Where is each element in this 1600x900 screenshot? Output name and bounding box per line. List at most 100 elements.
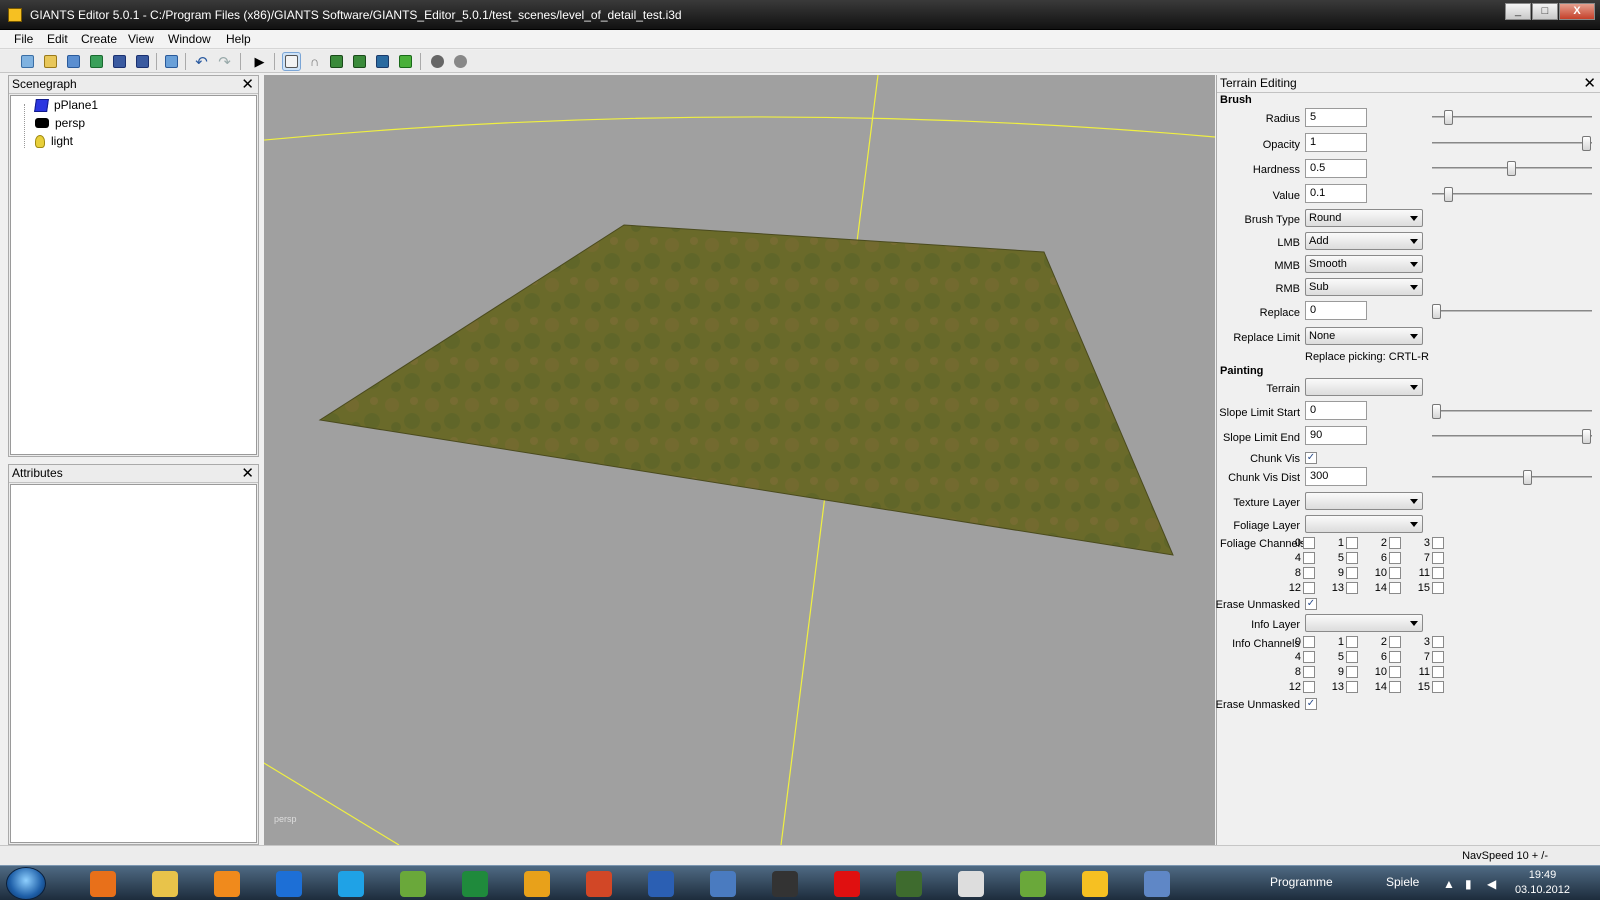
scenegraph-close-icon[interactable]: ✕ <box>241 76 254 93</box>
menu-edit[interactable]: Edit <box>47 32 68 46</box>
erase-unmasked-checkbox[interactable]: ✓ <box>1305 598 1317 610</box>
new-scene-icon[interactable] <box>18 52 37 71</box>
channel-checkbox[interactable] <box>1389 552 1401 564</box>
channel-checkbox[interactable] <box>1432 567 1444 579</box>
redo-icon[interactable]: ↷ <box>215 52 234 71</box>
select-tool-icon[interactable] <box>282 52 301 71</box>
rmb-dropdown[interactable]: Sub <box>1305 278 1423 296</box>
replace-slider[interactable] <box>1432 304 1592 319</box>
channel-checkbox[interactable] <box>1389 681 1401 693</box>
terrain-close-icon[interactable]: ✕ <box>1583 75 1596 92</box>
channel-checkbox[interactable] <box>1346 537 1358 549</box>
channel-checkbox[interactable] <box>1389 582 1401 594</box>
channel-checkbox[interactable] <box>1346 636 1358 648</box>
start-button[interactable] <box>6 867 46 900</box>
chunk-vis-dist-slider[interactable] <box>1432 470 1592 485</box>
taskbar-app-skype[interactable] <box>324 868 378 899</box>
channel-checkbox[interactable] <box>1432 651 1444 663</box>
terrain-dropdown[interactable] <box>1305 378 1423 396</box>
channel-checkbox[interactable] <box>1432 681 1444 693</box>
lmb-dropdown[interactable]: Add <box>1305 232 1423 250</box>
channel-checkbox[interactable] <box>1346 567 1358 579</box>
hardness-slider[interactable] <box>1432 161 1592 176</box>
minimize-button[interactable]: _ <box>1505 3 1531 20</box>
taskbar-app-editor[interactable] <box>944 868 998 899</box>
terrain-sculpt-icon[interactable] <box>327 52 346 71</box>
terrain-smooth-icon[interactable] <box>373 52 392 71</box>
info-layer-dropdown[interactable] <box>1305 614 1423 632</box>
taskbar-app-media-player[interactable] <box>200 868 254 899</box>
mmb-dropdown[interactable]: Smooth <box>1305 255 1423 273</box>
terrain-paint-icon[interactable] <box>350 52 369 71</box>
foliage-paint-icon[interactable] <box>396 52 415 71</box>
taskbar-app-record[interactable] <box>820 868 874 899</box>
tree-item-persp[interactable]: persp <box>35 115 85 131</box>
channel-checkbox[interactable] <box>1432 636 1444 648</box>
save-as-icon[interactable] <box>133 52 152 71</box>
taskbar-app-tractor[interactable] <box>882 868 936 899</box>
radius-slider[interactable] <box>1432 110 1592 125</box>
channel-checkbox[interactable] <box>1432 582 1444 594</box>
taskbar-app-teamviewer[interactable] <box>262 868 316 899</box>
value-input[interactable]: 0.1 <box>1305 184 1367 203</box>
taskbar-app-giants-editor[interactable] <box>1068 868 1122 899</box>
radius-input[interactable]: 5 <box>1305 108 1367 127</box>
channel-checkbox[interactable] <box>1303 666 1315 678</box>
channel-checkbox[interactable] <box>1389 636 1401 648</box>
taskbar-app-thunderbird[interactable] <box>696 868 750 899</box>
channel-checkbox[interactable] <box>1389 537 1401 549</box>
network-icon[interactable]: ▮ <box>1465 877 1472 891</box>
replace-input[interactable]: 0 <box>1305 301 1367 320</box>
save-icon[interactable] <box>110 52 129 71</box>
channel-checkbox[interactable] <box>1303 537 1315 549</box>
close-button[interactable]: X <box>1559 3 1595 20</box>
channel-checkbox[interactable] <box>1303 636 1315 648</box>
slope-start-input[interactable]: 0 <box>1305 401 1367 420</box>
scenegraph-tree[interactable]: pPlane1 persp light <box>10 95 257 455</box>
brush-type-dropdown[interactable]: Round <box>1305 209 1423 227</box>
tree-item-pplane1[interactable]: pPlane1 <box>34 97 98 113</box>
taskbar-app-firefox[interactable] <box>76 868 130 899</box>
menu-view[interactable]: View <box>128 32 154 46</box>
value-slider[interactable] <box>1432 187 1592 202</box>
render-options-icon[interactable] <box>451 52 470 71</box>
taskbar-app-outlook[interactable] <box>510 868 564 899</box>
slope-end-slider[interactable] <box>1432 429 1592 444</box>
channel-checkbox[interactable] <box>1346 681 1358 693</box>
channel-checkbox[interactable] <box>1432 666 1444 678</box>
texture-layer-dropdown[interactable] <box>1305 492 1423 510</box>
channel-checkbox[interactable] <box>1346 552 1358 564</box>
tray-expand-icon[interactable]: ▲ <box>1443 877 1455 891</box>
open-icon[interactable] <box>41 52 60 71</box>
channel-checkbox[interactable] <box>1389 666 1401 678</box>
menu-help[interactable]: Help <box>226 32 251 46</box>
foliage-layer-dropdown[interactable] <box>1305 515 1423 533</box>
attributes-close-icon[interactable]: ✕ <box>241 465 254 482</box>
slope-end-input[interactable]: 90 <box>1305 426 1367 445</box>
channel-checkbox[interactable] <box>1389 567 1401 579</box>
taskbar-app-quantum-gis[interactable] <box>386 868 440 899</box>
channel-checkbox[interactable] <box>1303 552 1315 564</box>
channel-checkbox[interactable] <box>1303 567 1315 579</box>
channel-checkbox[interactable] <box>1346 666 1358 678</box>
undo-icon[interactable]: ↶ <box>192 52 211 71</box>
taskbar-app-explorer[interactable] <box>138 868 192 899</box>
opacity-input[interactable]: 1 <box>1305 133 1367 152</box>
channel-checkbox[interactable] <box>1346 651 1358 663</box>
taskbar-app-quantum-gis-2[interactable] <box>1006 868 1060 899</box>
channel-checkbox[interactable] <box>1432 537 1444 549</box>
open-list-icon[interactable] <box>64 52 83 71</box>
taskbar-app-excel[interactable] <box>448 868 502 899</box>
taskbar-app-powerpoint[interactable] <box>572 868 626 899</box>
chunk-vis-dist-input[interactable]: 300 <box>1305 467 1367 486</box>
volume-icon[interactable]: ◀ <box>1487 877 1496 891</box>
tree-item-light[interactable]: light <box>35 133 73 149</box>
channel-checkbox[interactable] <box>1303 651 1315 663</box>
taskbar-app-word[interactable] <box>634 868 688 899</box>
opacity-slider[interactable] <box>1432 136 1592 151</box>
taskbar-app-monitor[interactable] <box>758 868 812 899</box>
programme-toolbar[interactable]: Programme <box>1270 875 1333 889</box>
move-tool-icon[interactable]: ∩ <box>305 52 324 71</box>
system-clock[interactable]: 19:49 03.10.2012 <box>1515 868 1570 898</box>
play-icon[interactable]: ▶ <box>250 52 269 71</box>
